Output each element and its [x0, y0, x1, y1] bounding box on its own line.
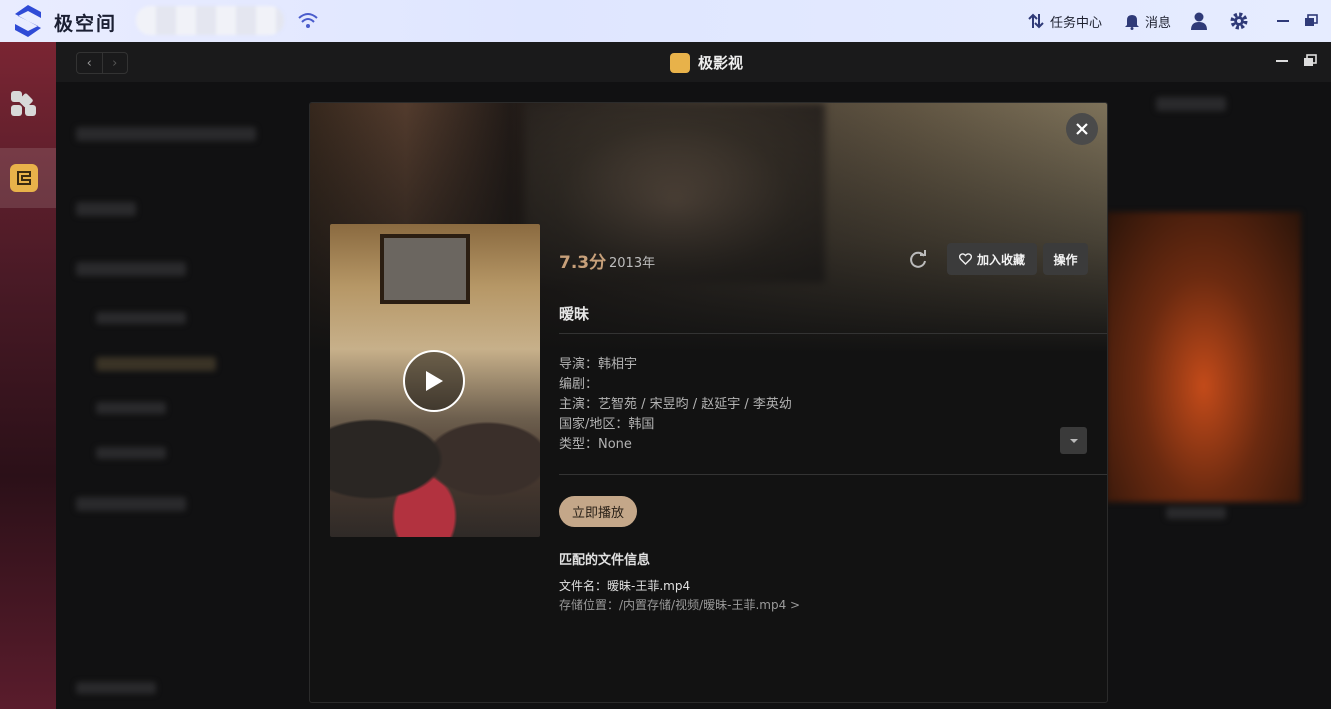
add-to-favorites-label: 加入收藏	[976, 252, 1025, 267]
play-button[interactable]	[403, 350, 465, 412]
launcher-sidebar	[0, 42, 56, 709]
rating: 7.3分	[559, 253, 607, 273]
movie-title: 暧昧	[559, 305, 590, 323]
director-line: 导演：韩相宇	[559, 357, 638, 372]
play-now-button[interactable]: 立即播放	[559, 496, 637, 527]
jiyingshi-title-icon	[670, 52, 690, 73]
window-title: 极影视	[670, 52, 743, 73]
settings-button[interactable]	[1229, 11, 1249, 31]
device-name-pill[interactable]	[136, 6, 284, 35]
task-center-label: 任务中心	[1050, 15, 1103, 31]
window-titlebar: ‹ › 极影视	[56, 42, 1331, 82]
genre-line: 类型：None	[559, 437, 632, 452]
close-icon	[1076, 123, 1088, 135]
apps-grid-icon[interactable]	[9, 89, 39, 119]
forward-button[interactable]: ›	[101, 53, 128, 73]
movie-meta: 导演：韩相宇 编剧： 主演：艺智苑 / 宋昱昀 / 赵延宇 / 李英幼 国家/地…	[559, 355, 792, 455]
system-topbar: 极空间 任务中心 消息	[0, 0, 1331, 42]
messages-button[interactable]: 消息	[1123, 11, 1171, 31]
file-name: 文件名：暧昧-王菲.mp4	[559, 579, 691, 593]
close-button[interactable]	[1066, 113, 1098, 145]
expand-meta-button[interactable]	[1060, 427, 1087, 454]
writer-line: 编剧：	[559, 377, 599, 392]
bell-icon	[1125, 15, 1139, 30]
window-minimize-icon[interactable]	[1275, 54, 1289, 68]
jiyingshi-app-icon[interactable]	[10, 164, 38, 192]
user-button[interactable]	[1189, 11, 1209, 31]
window-title-text: 极影视	[698, 54, 744, 72]
user-icon	[1191, 12, 1207, 30]
window-restore-icon[interactable]	[1303, 54, 1317, 68]
nav-buttons: ‹ ›	[76, 52, 128, 74]
divider	[559, 474, 1107, 475]
movie-poster[interactable]	[330, 224, 540, 537]
caret-down-icon	[1069, 438, 1078, 443]
file-storage-path[interactable]: 存储位置：/内置存储/视频/暧昧-王菲.mp4 >	[559, 596, 800, 613]
wifi-icon	[298, 13, 318, 28]
cast-line: 主演：艺智苑 / 宋昱昀 / 赵延宇 / 李英幼	[559, 397, 792, 412]
file-info-heading: 匹配的文件信息	[559, 553, 651, 568]
brand-logo-icon	[15, 5, 41, 37]
play-icon	[426, 371, 443, 391]
divider	[559, 333, 1107, 334]
refresh-icon[interactable]	[907, 249, 929, 271]
brand-name: 极空间	[54, 13, 118, 35]
transfer-arrows-icon	[1028, 13, 1044, 29]
release-year: 2013年	[609, 256, 656, 271]
region-line: 国家/地区：韩国	[559, 417, 655, 432]
poster-picture-frame	[380, 234, 470, 304]
restore-icon	[1305, 14, 1318, 26]
restore-system-button[interactable]	[1304, 11, 1318, 31]
heart-plus-icon	[958, 253, 972, 265]
minimize-system-button[interactable]	[1276, 11, 1290, 31]
window-controls	[1275, 54, 1317, 68]
minimize-icon	[1277, 20, 1289, 22]
operate-button[interactable]: 操作	[1043, 243, 1088, 275]
add-to-favorites-button[interactable]: 加入收藏	[947, 243, 1037, 275]
back-button[interactable]: ‹	[77, 53, 102, 73]
gear-icon	[1230, 12, 1248, 30]
task-center-button[interactable]: 任务中心	[1027, 11, 1102, 31]
movie-detail-modal: 7.3分 2013年 加入收藏 操作 暧昧 导演：韩相宇 编剧： 主演：艺智苑 …	[309, 102, 1108, 703]
messages-label: 消息	[1145, 15, 1172, 31]
